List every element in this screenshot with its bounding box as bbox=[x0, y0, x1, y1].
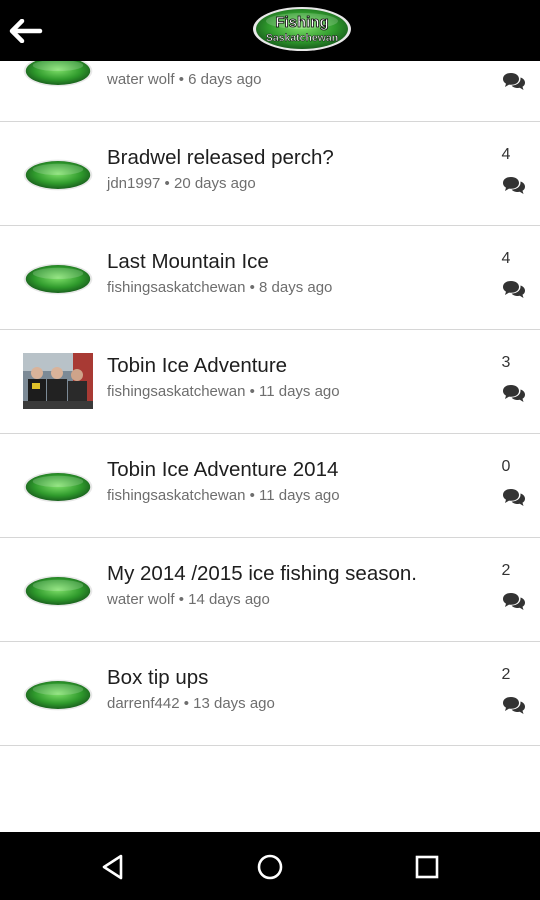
nav-home-button[interactable] bbox=[252, 849, 288, 885]
user-avatar-logo bbox=[23, 263, 93, 295]
back-button[interactable] bbox=[6, 12, 46, 50]
system-navigation-bar bbox=[0, 832, 540, 900]
topic-row[interactable]: Last Mountain Ice fishingsaskatchewan • 8… bbox=[0, 226, 540, 330]
topic-title[interactable]: My 2014 /2015 ice fishing season. bbox=[107, 562, 417, 586]
user-avatar-logo bbox=[23, 159, 93, 191]
recents-square-icon bbox=[415, 855, 439, 879]
topic-meta: jdn1997 • 20 days ago bbox=[107, 175, 256, 192]
comments-icon bbox=[502, 696, 526, 716]
comment-count: 3 bbox=[501, 354, 511, 371]
topic-meta: water wolf • 6 days ago bbox=[107, 71, 262, 88]
nav-recents-button[interactable] bbox=[409, 849, 445, 885]
topic-title[interactable]: Tobin Ice Adventure bbox=[107, 354, 287, 378]
topic-meta: darrenf442 • 13 days ago bbox=[107, 695, 275, 712]
topic-list[interactable]: water wolf • 6 days ago Bradwel released… bbox=[0, 61, 540, 832]
comment-count: 0 bbox=[501, 458, 511, 475]
user-avatar-logo bbox=[23, 61, 93, 87]
comments-icon bbox=[502, 280, 526, 300]
topic-row[interactable]: My 2014 /2015 ice fishing season. water w… bbox=[0, 538, 540, 642]
arrow-left-icon bbox=[9, 19, 43, 43]
logo-line1: Fishing bbox=[275, 14, 328, 31]
app-header: Fishing Saskatchewan bbox=[0, 0, 540, 61]
comments-icon bbox=[502, 176, 526, 196]
user-avatar-logo bbox=[23, 471, 93, 503]
app-logo: Fishing Saskatchewan bbox=[251, 5, 353, 53]
topic-row-partial[interactable]: water wolf • 6 days ago bbox=[0, 61, 540, 122]
comments-icon bbox=[502, 592, 526, 612]
user-avatar-logo bbox=[23, 679, 93, 711]
topic-row[interactable]: Bradwel released perch? jdn1997 • 20 days… bbox=[0, 122, 540, 226]
comments-icon bbox=[502, 384, 526, 404]
nav-back-button[interactable] bbox=[95, 849, 131, 885]
topic-meta: fishingsaskatchewan • 11 days ago bbox=[107, 383, 340, 400]
user-avatar-photo bbox=[23, 353, 93, 409]
comment-count: 2 bbox=[501, 666, 511, 683]
topic-title[interactable]: Last Mountain Ice bbox=[107, 250, 269, 274]
topic-title[interactable]: Tobin Ice Adventure 2014 bbox=[107, 458, 338, 482]
comments-icon bbox=[502, 72, 526, 92]
user-avatar-logo bbox=[23, 575, 93, 607]
topic-row[interactable]: Box tip ups darrenf442 • 13 days ago 2 bbox=[0, 642, 540, 746]
topic-title[interactable]: Box tip ups bbox=[107, 666, 208, 690]
logo-line2: Saskatchewan bbox=[266, 32, 338, 44]
comment-count: 2 bbox=[501, 562, 511, 579]
topic-meta: water wolf • 14 days ago bbox=[107, 591, 270, 608]
topic-row[interactable]: Tobin Ice Adventure fishingsaskatchewan •… bbox=[0, 330, 540, 434]
comment-count: 4 bbox=[501, 250, 511, 267]
topic-meta: fishingsaskatchewan • 8 days ago bbox=[107, 279, 333, 296]
back-triangle-icon bbox=[102, 854, 123, 880]
topic-row[interactable]: Tobin Ice Adventure 2014 fishingsaskatche… bbox=[0, 434, 540, 538]
comments-icon bbox=[502, 488, 526, 508]
topic-title[interactable]: Bradwel released perch? bbox=[107, 146, 334, 170]
home-circle-icon bbox=[257, 854, 283, 880]
topic-meta: fishingsaskatchewan • 11 days ago bbox=[107, 487, 340, 504]
comment-count: 4 bbox=[501, 146, 511, 163]
